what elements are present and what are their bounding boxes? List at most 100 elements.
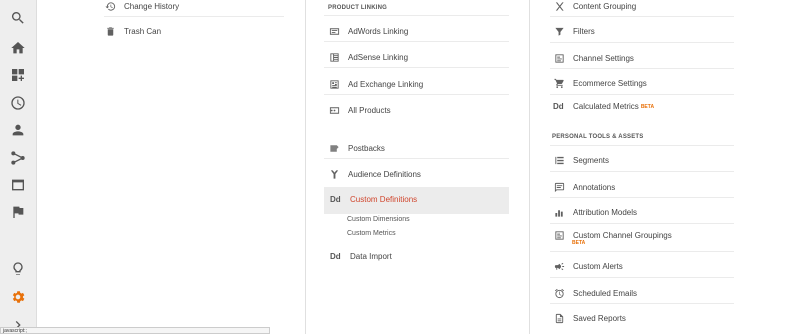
saved-reports-label: Saved Reports (573, 313, 626, 323)
admin-gear-icon[interactable] (9, 288, 27, 306)
row-divider (104, 16, 284, 17)
annotation-comment-icon (553, 181, 565, 193)
row-divider (324, 15, 509, 16)
attribution-models-link[interactable]: Attribution Models (553, 206, 637, 218)
row-divider (550, 303, 734, 304)
row-divider (324, 158, 509, 159)
data-import-label: Data Import (350, 252, 392, 261)
row-divider (324, 41, 509, 42)
dd-icon: Dd (330, 195, 341, 204)
custom-alerts-link[interactable]: Custom Alerts (553, 260, 623, 272)
channel-groupings-icon (553, 229, 565, 241)
behavior-window-icon[interactable] (9, 176, 27, 194)
row-divider (324, 94, 509, 95)
filter-funnel-icon (553, 25, 565, 37)
filters-label: Filters (573, 26, 595, 36)
scheduled-emails-label: Scheduled Emails (573, 288, 638, 298)
dd-icon: Dd (553, 102, 564, 111)
home-icon[interactable] (9, 39, 27, 57)
content-grouping-label: Content Grouping (573, 1, 637, 11)
row-divider (550, 145, 734, 146)
all-products-link[interactable]: All Products (328, 104, 391, 116)
row-divider (550, 94, 734, 95)
calculated-metrics-label: Calculated Metrics (573, 102, 639, 111)
postbacks-link[interactable]: Postbacks (328, 142, 385, 154)
all-products-icon (328, 104, 340, 116)
segments-label: Segments (573, 155, 610, 165)
custom-definitions-label: Custom Definitions (350, 195, 418, 204)
trash-icon (104, 25, 116, 37)
row-divider (550, 197, 734, 198)
column-divider (529, 0, 530, 334)
audience-definitions-link[interactable]: Audience Definitions (328, 168, 421, 180)
content-grouping-link[interactable]: Content Grouping (553, 0, 636, 12)
row-divider (550, 42, 734, 43)
postbacks-label: Postbacks (348, 143, 385, 153)
history-icon (104, 0, 116, 12)
document-icon (553, 312, 565, 324)
custom-channel-groupings-label: Custom Channel Groupings (573, 230, 672, 240)
adwords-linking-label: AdWords Linking (348, 26, 409, 36)
postbacks-icon (328, 142, 340, 154)
ad-exchange-icon (328, 78, 340, 90)
trash-can-label: Trash Can (124, 26, 162, 36)
shopping-cart-icon (553, 77, 565, 89)
dd-icon: Dd (330, 252, 341, 261)
row-divider (550, 16, 734, 17)
channel-settings-icon (553, 52, 565, 64)
acquisition-fork-icon[interactable] (9, 149, 27, 167)
saved-reports-link[interactable]: Saved Reports (553, 312, 626, 324)
left-nav-rail (0, 0, 37, 334)
discover-bulb-icon[interactable] (9, 260, 27, 278)
change-history-link[interactable]: Change History (104, 0, 179, 12)
personal-tools-heading: PERSONAL TOOLS & ASSETS (552, 134, 644, 140)
all-products-label: All Products (348, 105, 391, 115)
adsense-linking-link[interactable]: AdSense Linking (328, 51, 408, 63)
annotations-label: Annotations (573, 182, 616, 192)
channel-settings-label: Channel Settings (573, 53, 634, 63)
custom-channel-groupings-link[interactable]: Custom Channel Groupings (553, 229, 672, 241)
custom-metrics-link[interactable]: Custom Metrics (347, 230, 396, 237)
scheduled-emails-link[interactable]: Scheduled Emails (553, 287, 637, 299)
row-divider (550, 223, 734, 224)
row-divider (550, 251, 734, 252)
calculated-metrics-link[interactable]: Dd Calculated Metrics BETA (553, 102, 654, 111)
bar-chart-icon (553, 206, 565, 218)
browser-status-bar: javascript:; (0, 327, 270, 334)
segments-link[interactable]: Segments (553, 154, 609, 166)
row-divider (550, 277, 734, 278)
ecommerce-settings-link[interactable]: Ecommerce Settings (553, 77, 647, 89)
adsense-icon (328, 51, 340, 63)
adwords-icon (328, 25, 340, 37)
row-divider (550, 68, 734, 69)
audience-fork-icon (328, 168, 340, 180)
row-divider (550, 171, 734, 172)
filters-link[interactable]: Filters (553, 25, 595, 37)
megaphone-icon (553, 260, 565, 272)
ad-exchange-linking-link[interactable]: Ad Exchange Linking (328, 78, 423, 90)
annotations-link[interactable]: Annotations (553, 181, 615, 193)
reports-clock-icon[interactable] (9, 94, 27, 112)
search-icon[interactable] (9, 9, 27, 27)
data-import-link[interactable]: Dd Data Import (330, 252, 392, 261)
custom-dimensions-link[interactable]: Custom Dimensions (347, 216, 410, 223)
beta-badge: BETA (572, 240, 586, 246)
custom-definitions-link[interactable]: Dd Custom Definitions (330, 195, 417, 204)
attribution-models-label: Attribution Models (573, 207, 638, 217)
column-divider (305, 0, 306, 334)
alarm-clock-icon (553, 287, 565, 299)
conversions-flag-icon[interactable] (9, 203, 27, 221)
content-grouping-icon (553, 0, 565, 12)
adwords-linking-link[interactable]: AdWords Linking (328, 25, 408, 37)
trash-can-link[interactable]: Trash Can (104, 25, 161, 37)
segments-icon (553, 154, 565, 166)
ecommerce-settings-label: Ecommerce Settings (573, 78, 647, 88)
row-divider (324, 67, 509, 68)
customization-icon[interactable] (9, 66, 27, 84)
custom-alerts-label: Custom Alerts (573, 261, 623, 271)
channel-settings-link[interactable]: Channel Settings (553, 52, 634, 64)
audience-person-icon[interactable] (9, 121, 27, 139)
audience-definitions-label: Audience Definitions (348, 169, 421, 179)
adsense-linking-label: AdSense Linking (348, 52, 409, 62)
beta-badge: BETA (640, 103, 655, 110)
